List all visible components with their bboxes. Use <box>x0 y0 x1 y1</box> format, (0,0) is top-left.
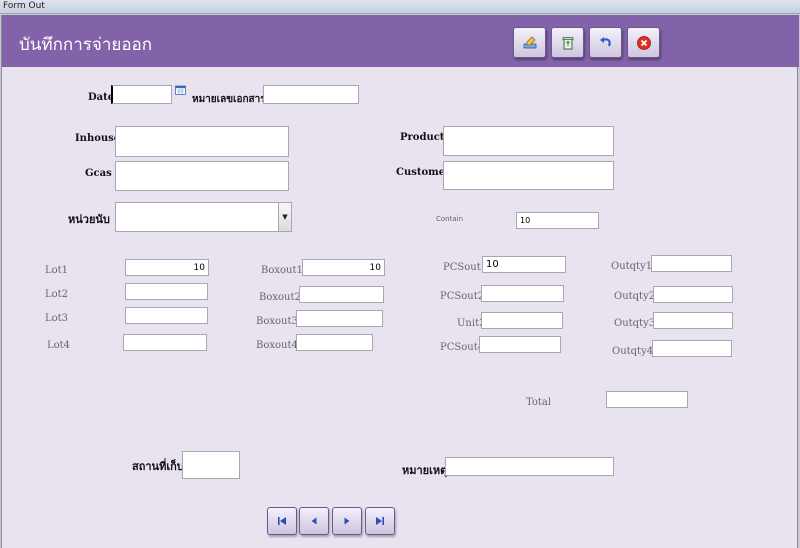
calendar-icon[interactable] <box>175 85 186 95</box>
lot2-label: Lot2 <box>45 289 69 300</box>
undo-icon <box>599 36 611 46</box>
total-label: Total <box>526 397 552 408</box>
last-record-icon <box>376 517 384 525</box>
dropdown-arrow-icon[interactable]: ▼ <box>278 203 291 231</box>
lot4-label: Lot4 <box>47 340 71 351</box>
recycle-bin-icon <box>562 36 573 49</box>
window-titlebar: Form Out <box>0 0 800 14</box>
boxout3-label: Boxout3 <box>256 316 298 327</box>
next-record-button[interactable] <box>332 507 362 535</box>
first-record-icon <box>278 517 286 525</box>
lot3-field[interactable] <box>125 307 208 324</box>
pcsout1-label: PCSout1 <box>443 262 488 273</box>
outqty3-label: Outqty3 <box>614 318 656 329</box>
lot4-field[interactable] <box>123 334 207 351</box>
undo-button[interactable] <box>589 27 622 58</box>
gcas-field[interactable] <box>115 161 289 191</box>
lot1-field[interactable]: 10 <box>125 259 209 276</box>
product-field[interactable] <box>443 126 614 156</box>
outqty4-field[interactable] <box>652 340 732 357</box>
last-record-button[interactable] <box>365 507 395 535</box>
location-label: สถานที่เก็บ <box>132 460 184 473</box>
outqty2-field[interactable] <box>653 286 733 303</box>
gcas-label: Gcas <box>85 168 112 179</box>
location-field[interactable] <box>182 451 240 479</box>
unit-label: หน่วยนับ <box>68 213 110 226</box>
outqty1-label: Outqty1 <box>611 261 653 272</box>
unit-combobox[interactable]: ▼ <box>115 202 292 232</box>
outqty2-label: Outqty2 <box>614 291 656 302</box>
inhouse-label: Inhouse <box>75 133 121 144</box>
lot3-label: Lot3 <box>45 313 69 324</box>
delete-button[interactable] <box>551 27 584 58</box>
contain-field[interactable]: 10 <box>516 212 599 229</box>
remark-field[interactable] <box>445 457 614 476</box>
boxout1-label: Boxout1 <box>261 265 303 276</box>
boxout1-field[interactable]: 10 <box>302 259 385 276</box>
previous-record-icon <box>311 517 317 525</box>
lot1-label: Lot1 <box>45 265 69 276</box>
close-icon <box>636 35 651 50</box>
boxout4-label: Boxout4 <box>256 340 298 351</box>
form-out: บันทึกการจ่ายออก Date หมายเลขเอกสาร Inho… <box>1 15 799 548</box>
pcsout1-field[interactable]: 10 <box>482 256 566 273</box>
product-label: Product <box>400 132 445 143</box>
date-field[interactable] <box>111 85 172 104</box>
next-record-icon <box>344 517 350 525</box>
previous-record-button[interactable] <box>299 507 329 535</box>
pcsout4-field[interactable] <box>479 336 561 353</box>
doc-no-field[interactable] <box>263 85 359 104</box>
boxout3-field[interactable] <box>296 310 383 327</box>
first-record-button[interactable] <box>267 507 297 535</box>
window-title: Form Out <box>3 1 45 11</box>
edit-icon <box>523 35 536 48</box>
outqty1-field[interactable] <box>651 255 732 272</box>
boxout4-field[interactable] <box>296 334 373 351</box>
boxout2-field[interactable] <box>299 286 384 303</box>
lot2-field[interactable] <box>125 283 208 300</box>
pcsout4-label: PCSout4 <box>440 342 485 353</box>
inhouse-field[interactable] <box>115 126 289 157</box>
doc-no-label: หมายเลขเอกสาร <box>192 94 266 105</box>
contain-label: Contain <box>436 215 464 223</box>
total-field[interactable] <box>606 391 688 408</box>
edit-button[interactable] <box>513 27 546 58</box>
customer-field[interactable] <box>443 161 614 190</box>
outqty3-field[interactable] <box>653 312 733 329</box>
unit3-field[interactable] <box>481 312 563 329</box>
pcsout2-label: PCSout2 <box>440 291 485 302</box>
close-button[interactable] <box>627 27 660 58</box>
outqty4-label: Outqty4 <box>612 346 654 357</box>
remark-label: หมายเหตุ <box>402 464 448 477</box>
form-header: บันทึกการจ่ายออก <box>2 15 799 67</box>
pcsout2-field[interactable] <box>481 285 564 302</box>
form-title: บันทึกการจ่ายออก <box>19 35 153 55</box>
boxout2-label: Boxout2 <box>259 292 301 303</box>
